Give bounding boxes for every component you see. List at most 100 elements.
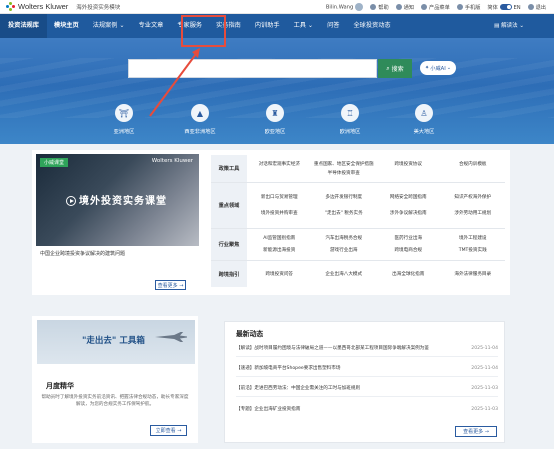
grid-link[interactable]: 出海全球化指南 [376, 270, 441, 279]
help-link[interactable]: 帮助 [370, 4, 389, 11]
hero-banner: ⌕ 搜索 ✦ 小威AI ⌄ ⛩ 亚洲地区 ▲ 西亚非洲地区 ♜ 欧亚地区 ♖ 欧洲地区 ♙ 美大… [0, 38, 554, 144]
news-title: 最新动态 [236, 330, 264, 338]
search-input[interactable] [128, 59, 377, 78]
lang-en: EN [513, 4, 521, 11]
grid-link[interactable]: 重点国家、地区安全保护措施 [312, 160, 377, 169]
divider [236, 356, 498, 357]
region-europe[interactable]: ♖ 欧洲地区 [327, 104, 373, 135]
nav-right-link[interactable]: ▤ 解读法 ⌄ [494, 14, 524, 38]
region-label: 欧洲地区 [339, 129, 361, 135]
nav-right-label: 解读法 [501, 23, 518, 29]
grid-link[interactable]: 游戏行业出海 [312, 246, 377, 255]
grid-link[interactable]: 新能源出海投资 [247, 246, 312, 255]
main-nav: 投资法规库 模块主页 法规案例 ⌄ 专业文章 专家服务 实务指南 内训助手 工具… [0, 14, 554, 38]
nav-item-module-home[interactable]: 模块主页 [47, 14, 86, 38]
news-item[interactable]: 【前沿】走进巴西劳动法：中国企业需关注的工时与加班规则 2025-11-03 [236, 383, 498, 393]
grid-link[interactable]: 境外工程建设 [441, 234, 506, 243]
grid-link[interactable]: 涉外争议解决指南 [376, 209, 441, 218]
grid-link[interactable]: 对话和宏观事实经济 [247, 160, 312, 169]
module-name: 海外投资实务模块 [76, 4, 121, 11]
news-text: 【解读】战时项目履约困境与法律破局之道——以墨西哥北部某工程项目国际争端解决案例… [236, 346, 429, 351]
mobile-label: 手机版 [464, 4, 481, 11]
news-item[interactable]: 【速递】新加坡电商平台Shopee要求出售塑料市场 2025-11-04 [236, 363, 498, 373]
airplane-icon [155, 332, 187, 342]
nav-item-tools[interactable]: 工具 ⌄ [287, 14, 321, 38]
product-menu-label: 产品菜单 [429, 4, 450, 11]
grid-link[interactable]: 多边开发银行制度 [312, 193, 377, 202]
grid-link[interactable]: 合规内训模板 [441, 160, 506, 169]
grid-link[interactable]: 企业出海八大模式 [312, 270, 377, 279]
search-button[interactable]: ⌕ 搜索 [378, 59, 412, 78]
nav-item-articles[interactable]: 专业文章 [132, 14, 171, 38]
grid-link[interactable]: 汽车出海税务合规 [312, 234, 377, 243]
monthly-title: 月度精华 [46, 382, 74, 390]
grid-link[interactable]: TMT投资实践 [441, 246, 506, 255]
ai-icon: ✦ [424, 65, 430, 71]
region-asia[interactable]: ⛩ 亚洲地区 [101, 104, 147, 135]
toolbox-title: "走出去" 工具箱 [82, 336, 145, 346]
news-item[interactable]: 【解读】战时项目履约困境与法律破局之道——以墨西哥北部某工程项目国际争端解决案例… [236, 343, 498, 353]
grid-link[interactable]: "走出去" 税务实务 [312, 209, 377, 218]
tower-icon: ♖ [341, 104, 359, 122]
news-date: 2025-11-04 [471, 345, 498, 351]
user-menu[interactable]: Bilin.Wang [325, 3, 364, 11]
divider [236, 376, 498, 377]
course-logo: Wolters Kluwer [151, 158, 193, 164]
grid-category: 跨境指引 [211, 261, 247, 287]
nav-item-regulation-library[interactable]: 投资法规库 [0, 14, 47, 38]
grid-link[interactable]: 跨境电商合规 [376, 246, 441, 255]
language-switch[interactable]: 简体 EN [487, 4, 521, 11]
grid-link[interactable] [247, 169, 312, 178]
news-item[interactable]: 【专题】企业出海矿业投资指南 2025-11-03 [236, 404, 498, 414]
user-name: Bilin.Wang [325, 4, 354, 11]
play-icon[interactable] [66, 196, 76, 206]
grid-link[interactable]: 涉外劳动用工规划 [441, 209, 506, 218]
nav-item-qa[interactable]: 问答 [320, 14, 346, 38]
region-label: 亚洲地区 [113, 129, 135, 135]
language-toggle[interactable] [499, 4, 512, 10]
notice-label: 通知 [403, 4, 415, 11]
bell-icon [395, 4, 402, 10]
course-banner[interactable]: 小威课堂 Wolters Kluwer 境外投资实务课堂 [36, 154, 199, 246]
highlight-box [181, 15, 226, 47]
region-eurasia[interactable]: ♜ 欧亚地区 [252, 104, 298, 135]
grid-link[interactable]: 新出口与贸易管理 [247, 193, 312, 202]
grid-link[interactable]: 半导体投资审查 [312, 169, 377, 178]
course-caption[interactable]: 中国企业跨境投资争议解决的建筑问题 [40, 250, 125, 257]
help-icon [370, 4, 377, 10]
nav-item-training-assistant[interactable]: 内训助手 [248, 14, 287, 38]
grid-link[interactable]: 境外投资并购审查 [247, 209, 312, 218]
grid-link[interactable]: 知识产权海外保护 [441, 193, 506, 202]
course-more-button[interactable]: 查看更多 → [155, 280, 186, 290]
grid-link[interactable]: AI监管国别指南 [247, 234, 312, 243]
grid-link[interactable]: 网络安全跨国指南 [376, 193, 441, 202]
help-label: 帮助 [378, 4, 389, 11]
monthly-view-button[interactable]: 立即查看 → [150, 425, 187, 436]
logout-link[interactable]: 退出 [527, 4, 546, 11]
news-text: 【专题】企业出海矿业投资指南 [236, 407, 301, 412]
grid-icon [421, 4, 428, 10]
ai-assistant-button[interactable]: ✦ 小威AI ⌄ [420, 61, 456, 75]
grid-link[interactable]: 跨境投资协议 [376, 160, 441, 169]
grid-link[interactable]: 医药行业出海 [376, 234, 441, 243]
region-label: 西亚非洲地区 [184, 129, 216, 135]
notice-link[interactable]: 通知 [395, 4, 415, 11]
grid-link[interactable]: 跨境投资问答 [247, 270, 312, 279]
monthly-description: 帮助员时了解境外投资实务前沿资讯、把握法律合规动态，助长专家深度解读，为您的合规… [41, 395, 189, 407]
wolters-kluwer-logo[interactable]: Wolters Kluwer [6, 2, 68, 11]
phone-icon [456, 4, 463, 10]
toolbox-banner[interactable]: "走出去" 工具箱 [37, 320, 195, 364]
mobile-link[interactable]: 手机版 [456, 4, 481, 11]
course-title-text: 境外投资实务课堂 [79, 196, 167, 207]
logout-label: 退出 [535, 4, 546, 11]
region-west-asia-africa[interactable]: ▲ 西亚非洲地区 [177, 104, 223, 135]
region-label: 美大地区 [413, 129, 435, 135]
logout-icon [527, 4, 534, 10]
grid-category: 重点领域 [211, 183, 247, 228]
region-america-oceania[interactable]: ♙ 美大地区 [401, 104, 447, 135]
product-menu[interactable]: 产品菜单 [421, 4, 450, 11]
nav-item-regulations-cases[interactable]: 法规案例 ⌄ [86, 14, 132, 38]
news-more-button[interactable]: 查看更多 → [455, 426, 497, 437]
grid-link[interactable]: 海外法律服务目录 [441, 270, 506, 279]
nav-item-global-news[interactable]: 全球投资动态 [347, 14, 398, 38]
